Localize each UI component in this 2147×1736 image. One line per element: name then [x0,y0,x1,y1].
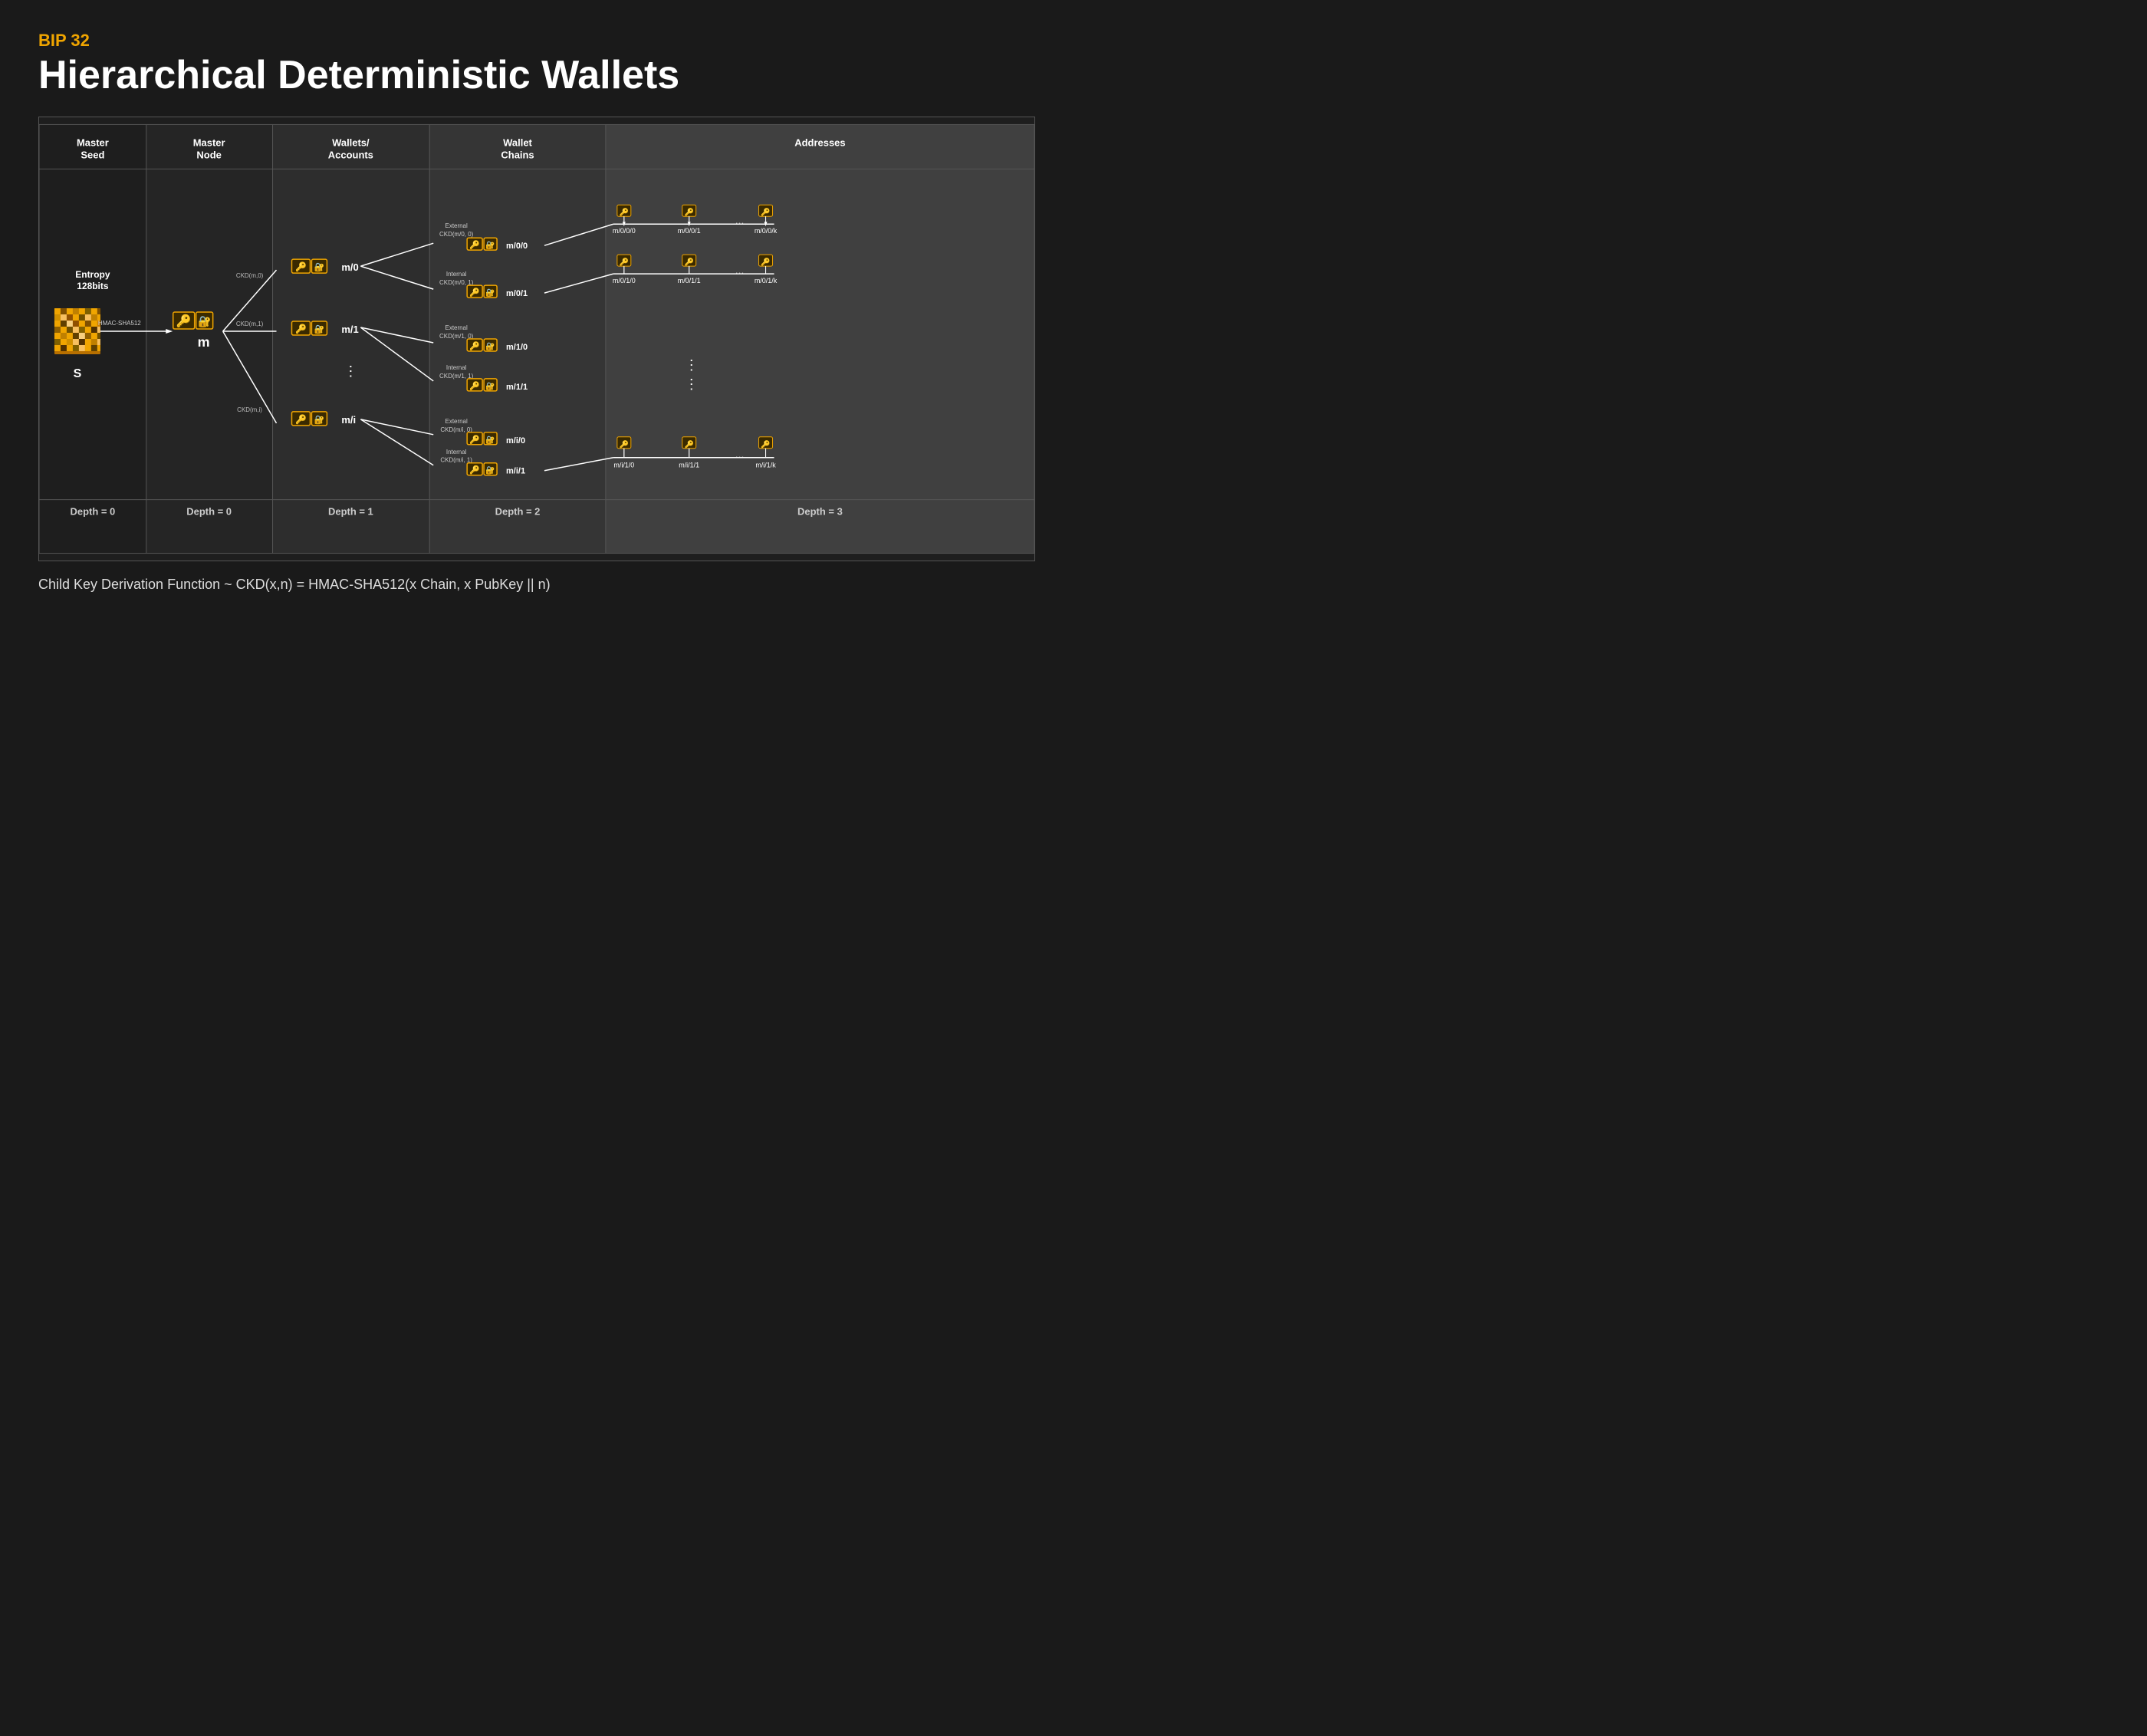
svg-text:🔐: 🔐 [485,342,495,351]
svg-text:m/0/1/0: m/0/1/0 [613,277,636,284]
svg-text:Entropy: Entropy [75,269,110,280]
svg-text:🔐: 🔐 [314,324,325,334]
svg-text:🔐: 🔐 [485,466,495,475]
diagram-svg: Master Seed Master Node Wallets/ Account… [39,117,1034,561]
svg-text:128bits: 128bits [77,281,109,291]
svg-text:m/i/0: m/i/0 [506,436,525,446]
svg-text:🔐: 🔐 [485,382,495,391]
svg-text:Internal: Internal [446,271,467,278]
svg-text:🔐: 🔐 [485,241,495,250]
main-title: Hierarchical Deterministic Wallets [38,54,1035,97]
svg-text:🔑: 🔑 [620,257,630,267]
svg-text:⋮: ⋮ [685,376,699,392]
svg-text:🔑: 🔑 [176,314,192,328]
svg-text:CKD(m,0): CKD(m,0) [236,272,264,279]
svg-text:🔑: 🔑 [684,439,694,449]
svg-text:Depth = 3: Depth = 3 [797,506,843,518]
svg-text:S: S [74,367,82,380]
svg-text:m/0/0/0: m/0/0/0 [613,227,636,235]
svg-text:Internal: Internal [446,364,467,371]
header: BIP 32 Hierarchical Deterministic Wallet… [38,31,1035,97]
svg-text:🔐: 🔐 [485,288,495,298]
svg-text:⋮: ⋮ [344,363,357,379]
svg-text:Wallets/: Wallets/ [332,137,370,149]
svg-text:Depth = 0: Depth = 0 [71,506,116,518]
svg-text:Master: Master [193,137,225,149]
svg-text:m/0: m/0 [341,261,358,273]
svg-text:m/1/1: m/1/1 [506,383,528,392]
svg-text:Depth = 1: Depth = 1 [328,506,373,518]
svg-text:🔑: 🔑 [469,434,480,445]
svg-text:m: m [198,334,210,350]
svg-text:🔑: 🔑 [469,340,480,351]
svg-text:🔑: 🔑 [469,287,480,298]
svg-text:m/0/1/k: m/0/1/k [755,277,778,284]
svg-text:🔐: 🔐 [485,436,495,445]
svg-text:🔑: 🔑 [761,207,771,217]
svg-text:External: External [446,222,468,229]
svg-text:Depth = 0: Depth = 0 [186,506,232,518]
svg-text:🔑: 🔑 [620,207,630,217]
svg-text:🔐: 🔐 [314,262,325,272]
svg-text:🔑: 🔑 [469,239,480,250]
svg-text:🔑: 🔑 [684,207,694,217]
svg-text:🔑: 🔑 [761,439,771,449]
svg-text:🔑: 🔑 [295,323,307,334]
svg-text:🔑: 🔑 [761,257,771,267]
svg-text:Addresses: Addresses [794,137,845,149]
svg-text:m/i: m/i [341,414,356,426]
bip-label: BIP 32 [38,31,1035,51]
svg-text:🔑: 🔑 [295,413,307,425]
page: BIP 32 Hierarchical Deterministic Wallet… [0,0,1074,616]
svg-text:🔑: 🔑 [295,261,307,272]
svg-text:m/0/0/1: m/0/0/1 [678,227,701,235]
svg-text:🔑: 🔑 [469,465,480,475]
svg-text:Accounts: Accounts [328,150,373,161]
svg-text:Node: Node [196,150,221,161]
svg-text:m/i/1/k: m/i/1/k [755,462,776,469]
svg-text:m/i/1/0: m/i/1/0 [613,462,634,469]
svg-text:External: External [446,324,468,331]
diagram: Master Seed Master Node Wallets/ Account… [38,117,1035,561]
svg-text:m/i/1: m/i/1 [506,467,525,476]
footer-note: Child Key Derivation Function ~ CKD(x,n)… [38,577,1035,593]
svg-text:Chains: Chains [501,150,534,161]
svg-text:Wallet: Wallet [503,137,532,149]
svg-text:CKD(m/0, 0): CKD(m/0, 0) [439,231,474,238]
svg-text:🔐: 🔐 [314,415,325,425]
svg-text:Master: Master [77,137,109,149]
svg-text:Depth = 2: Depth = 2 [495,506,541,518]
svg-text:m/1/0: m/1/0 [506,343,528,352]
svg-text:External: External [446,418,468,425]
svg-text:m/1: m/1 [341,324,358,335]
svg-text:Internal: Internal [446,449,467,455]
svg-text:m/0/0: m/0/0 [506,242,528,251]
svg-text:m/0/0/k: m/0/0/k [755,227,778,235]
svg-text:🔑: 🔑 [620,439,630,449]
svg-text:Seed: Seed [81,150,104,161]
svg-text:CKD(m,1): CKD(m,1) [236,321,264,327]
svg-text:m/i/1/1: m/i/1/1 [679,462,699,469]
svg-text:m/0/1: m/0/1 [506,289,528,298]
svg-text:🔐: 🔐 [198,315,211,328]
svg-text:CKD(m,i): CKD(m,i) [237,406,262,413]
svg-text:HMAC-SHA512: HMAC-SHA512 [98,320,141,327]
svg-text:m/0/1/1: m/0/1/1 [678,277,701,284]
svg-text:🔑: 🔑 [684,257,694,267]
svg-text:🔑: 🔑 [469,380,480,391]
svg-text:⋮: ⋮ [685,357,699,373]
